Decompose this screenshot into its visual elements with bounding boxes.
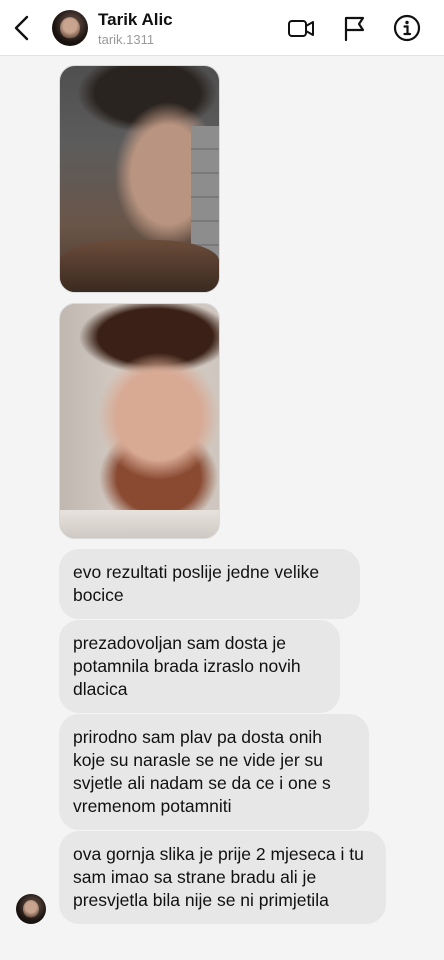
message-bubble[interactable]: prezadovoljan sam dosta je potamnila bra… (59, 620, 340, 713)
photo-message[interactable] (59, 303, 220, 539)
info-icon (393, 14, 421, 42)
sender-avatar[interactable] (16, 894, 46, 924)
message-bubble[interactable]: evo rezultati poslije jedne velike bocic… (59, 549, 360, 619)
chat-header: Tarik Alic tarik.1311 (0, 0, 444, 56)
contact-username[interactable]: tarik.1311 (98, 32, 154, 47)
video-call-button[interactable] (286, 13, 316, 43)
photo-message[interactable] (59, 65, 220, 293)
video-call-icon (288, 20, 314, 37)
message-bubble[interactable]: prirodno sam plav pa dosta onih koje su … (59, 714, 369, 830)
message-bubble[interactable]: ova gornja slika je prije 2 mjeseca i tu… (59, 831, 386, 924)
message-thread: evo rezultati poslije jedne velike bocic… (0, 57, 444, 960)
report-button[interactable] (340, 13, 370, 43)
flag-icon (344, 16, 365, 42)
info-button[interactable] (392, 13, 422, 43)
contact-avatar[interactable] (52, 10, 88, 46)
back-icon (14, 15, 29, 41)
contact-name[interactable]: Tarik Alic (98, 10, 173, 30)
back-button[interactable] (10, 14, 34, 42)
